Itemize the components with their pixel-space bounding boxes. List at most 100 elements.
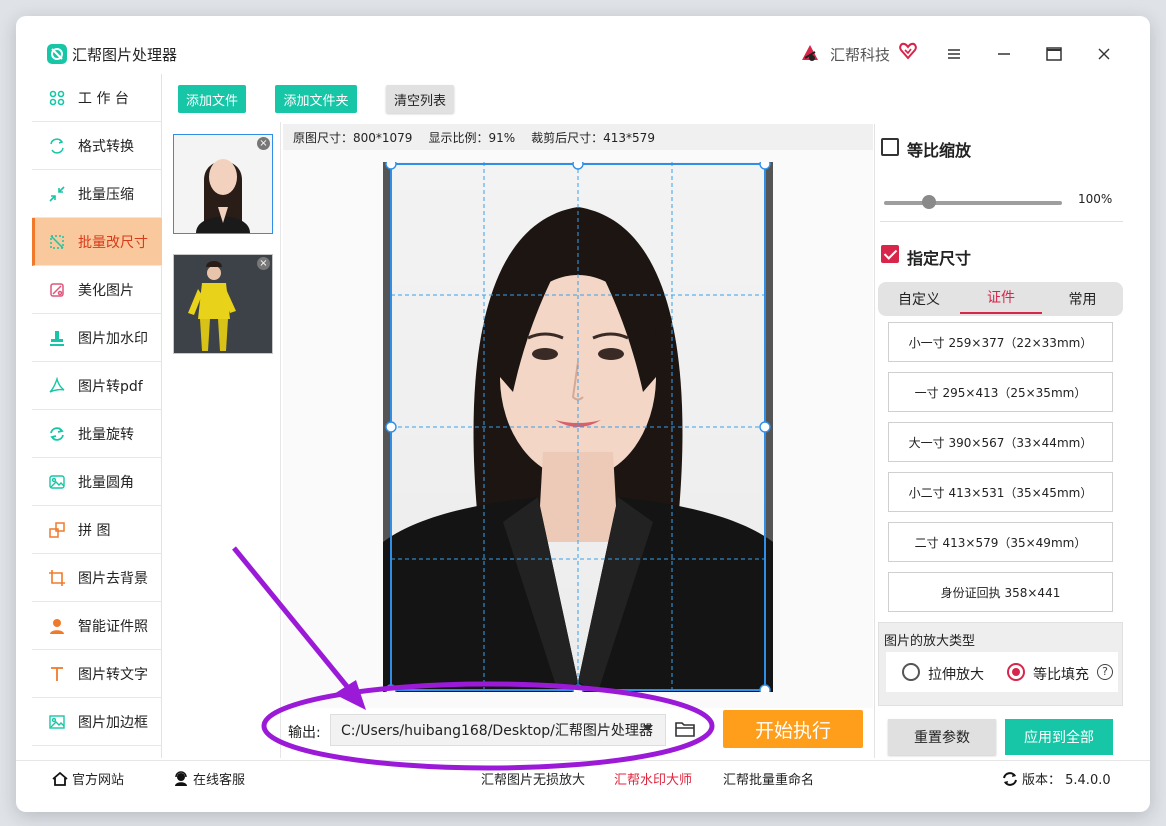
folder-icon[interactable] bbox=[674, 718, 696, 740]
display-scale-text: 显示比例：91% bbox=[428, 130, 516, 145]
proportional-scale-checkbox[interactable] bbox=[881, 138, 899, 156]
sidebar-item-label: 批量改尺寸 bbox=[78, 234, 148, 251]
original-size-text: 原图尺寸：800*1079 bbox=[293, 130, 413, 145]
scale-slider[interactable] bbox=[884, 201, 1062, 205]
scale-slider-value: 100% bbox=[1078, 192, 1113, 206]
size-preset-button[interactable]: 小一寸 259×377（22×33mm） bbox=[888, 322, 1113, 362]
online-support-link[interactable]: 在线客服 bbox=[173, 769, 245, 788]
sidebar-item-workbench[interactable]: 工 作 台 bbox=[32, 74, 162, 122]
sidebar-item-resize[interactable]: 批量改尺寸 bbox=[32, 218, 162, 266]
brand-logo-icon bbox=[802, 45, 818, 61]
tab-common[interactable]: 常用 bbox=[1042, 282, 1123, 316]
lossless-upscale-link[interactable]: 汇帮图片无损放大 bbox=[481, 769, 585, 788]
chevron-down-icon[interactable] bbox=[643, 725, 653, 731]
sidebar-item-beautify[interactable]: 美化图片 bbox=[32, 266, 162, 314]
maximize-icon bbox=[1046, 47, 1062, 61]
sidebar-item-label: 批量圆角 bbox=[78, 474, 134, 491]
specify-size-checkbox[interactable] bbox=[881, 245, 899, 263]
home-icon bbox=[52, 771, 68, 786]
scale-slider-handle[interactable] bbox=[921, 195, 936, 209]
portrait-preview-image bbox=[383, 162, 773, 692]
compress-icon bbox=[49, 185, 65, 202]
stretch-label: 拉伸放大 bbox=[928, 667, 984, 683]
size-preset-button[interactable]: 大一寸 390×567（33×44mm） bbox=[888, 422, 1113, 462]
sidebar-item-rounded-corner[interactable]: 批量圆角 bbox=[32, 458, 162, 506]
puzzle-icon bbox=[49, 521, 65, 538]
sidebar-item-rotate[interactable]: 批量旋转 bbox=[32, 410, 162, 458]
convert-icon bbox=[50, 137, 64, 154]
divider bbox=[880, 221, 1123, 222]
sidebar-item-label: 智能证件照 bbox=[78, 618, 148, 635]
clear-list-button[interactable]: 清空列表 bbox=[386, 85, 454, 113]
frame-icon bbox=[49, 714, 65, 729]
rounded-corner-icon bbox=[49, 474, 65, 489]
sidebar-item-frame[interactable]: 图片加边框 bbox=[32, 698, 162, 746]
sidebar-item-format-convert[interactable]: 格式转换 bbox=[32, 122, 162, 170]
hamburger-icon bbox=[948, 49, 960, 59]
image-info-bar: 原图尺寸：800*1079 显示比例：91% 裁剪后尺寸：413*579 bbox=[283, 124, 873, 150]
minimize-button[interactable] bbox=[986, 38, 1022, 70]
close-icon bbox=[1098, 48, 1110, 60]
watermark-master-link[interactable]: 汇帮水印大师 bbox=[614, 769, 692, 788]
sidebar-item-to-pdf[interactable]: 图片转pdf bbox=[32, 362, 162, 410]
sidebar-item-label: 美化图片 bbox=[78, 282, 134, 299]
remove-thumbnail-icon[interactable]: × bbox=[257, 257, 270, 270]
official-website-link[interactable]: 官方网站 bbox=[52, 769, 124, 788]
specify-size-label: 指定尺寸 bbox=[907, 249, 972, 268]
image-preview bbox=[283, 150, 873, 708]
output-path-value: C:/Users/huibang168/Desktop/汇帮图片处理器 bbox=[341, 723, 653, 739]
size-preset-button[interactable]: 身份证回执 358×441 bbox=[888, 572, 1113, 612]
help-icon[interactable]: ? bbox=[1097, 664, 1113, 680]
batch-rename-link[interactable]: 汇帮批量重命名 bbox=[723, 769, 814, 788]
portrait-thumbnail-2 bbox=[174, 255, 272, 353]
grid-icon bbox=[49, 90, 65, 105]
close-button[interactable] bbox=[1086, 38, 1122, 70]
portrait-thumbnail-1 bbox=[174, 135, 272, 233]
menu-button[interactable] bbox=[936, 38, 972, 70]
watermark-icon bbox=[50, 330, 64, 346]
app-title: 汇帮图片处理器 bbox=[72, 46, 178, 64]
heart-icon[interactable] bbox=[898, 41, 918, 61]
output-label: 输出: bbox=[288, 725, 321, 741]
output-path-select[interactable]: C:/Users/huibang168/Desktop/汇帮图片处理器 bbox=[330, 714, 666, 746]
proportional-scale-label: 等比缩放 bbox=[907, 141, 972, 160]
text-icon bbox=[51, 666, 63, 681]
sidebar: 工 作 台 格式转换 批量压缩 批量改尺寸 美化图片 图片加水印 图片转pdf bbox=[32, 74, 162, 758]
sidebar-item-label: 批量压缩 bbox=[78, 186, 134, 203]
size-category-tabs: 自定义 证件 常用 bbox=[878, 282, 1123, 316]
rotate-icon bbox=[50, 426, 64, 441]
sidebar-item-watermark[interactable]: 图片加水印 bbox=[32, 314, 162, 362]
tab-custom[interactable]: 自定义 bbox=[878, 282, 960, 316]
apply-all-button[interactable]: 应用到全部 bbox=[1005, 719, 1113, 755]
size-preset-button[interactable]: 小二寸 413×531（35×45mm） bbox=[888, 472, 1113, 512]
sidebar-item-remove-background[interactable]: 图片去背景 bbox=[32, 554, 162, 602]
enlarge-type-title: 图片的放大类型 bbox=[884, 634, 976, 649]
sidebar-item-id-photo[interactable]: 智能证件照 bbox=[32, 602, 162, 650]
size-preset-button[interactable]: 一寸 295×413（25×35mm） bbox=[888, 372, 1113, 412]
add-file-button[interactable]: 添加文件 bbox=[178, 85, 246, 113]
pdf-icon bbox=[49, 376, 65, 393]
beautify-icon bbox=[50, 282, 64, 297]
online-support-label: 在线客服 bbox=[193, 773, 246, 788]
thumbnail-item[interactable]: × bbox=[173, 254, 273, 354]
fill-radio[interactable] bbox=[1007, 663, 1025, 681]
remove-thumbnail-icon[interactable]: × bbox=[257, 137, 270, 150]
sidebar-item-to-text[interactable]: 图片转文字 bbox=[32, 650, 162, 698]
tab-id-photo[interactable]: 证件 bbox=[960, 282, 1042, 314]
maximize-button[interactable] bbox=[1036, 38, 1072, 70]
app-logo-icon bbox=[47, 44, 67, 64]
sidebar-item-label: 图片转文字 bbox=[78, 666, 148, 683]
size-preset-button[interactable]: 二寸 413×579（35×49mm） bbox=[888, 522, 1113, 562]
sidebar-item-compress[interactable]: 批量压缩 bbox=[32, 170, 162, 218]
status-bar: 官方网站 在线客服 汇帮图片无损放大 汇帮水印大师 汇帮批量重命名 版本： 5.… bbox=[16, 760, 1150, 790]
reset-params-button[interactable]: 重置参数 bbox=[888, 719, 996, 755]
thumbnail-list: × × bbox=[163, 122, 281, 758]
size-preset-list: 小一寸 259×377（22×33mm） 一寸 295×413（25×35mm）… bbox=[874, 322, 1132, 612]
version-text: 版本： 5.4.0.0 bbox=[1022, 773, 1111, 788]
start-button[interactable]: 开始执行 bbox=[723, 710, 863, 748]
add-folder-button[interactable]: 添加文件夹 bbox=[275, 85, 357, 113]
sidebar-item-label: 图片转pdf bbox=[78, 378, 143, 395]
stretch-radio[interactable] bbox=[902, 663, 920, 681]
thumbnail-item[interactable]: × bbox=[173, 134, 273, 234]
sidebar-item-puzzle[interactable]: 拼 图 bbox=[32, 506, 162, 554]
